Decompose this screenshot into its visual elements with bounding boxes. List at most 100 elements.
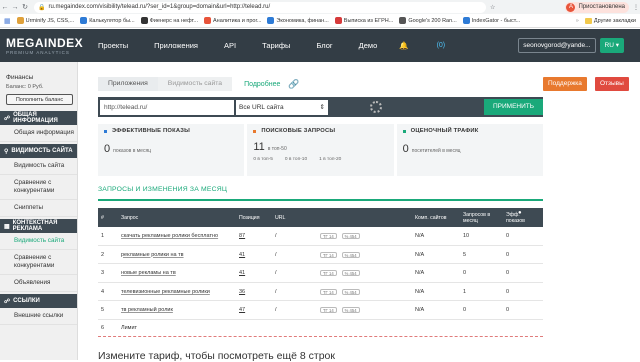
tab-visibility[interactable]: Видимость сайта — [157, 77, 233, 91]
row-competitors: N/A — [415, 288, 425, 295]
nav-projects[interactable]: Проекты — [98, 41, 128, 50]
sidebar-item-competitors[interactable]: Сравнение с конкурентами — [0, 175, 77, 200]
apply-button[interactable]: ПРИМЕНИТЬ — [483, 99, 543, 115]
row-url[interactable]: / — [275, 283, 277, 301]
loading-spinner-icon — [370, 101, 382, 113]
row-pill[interactable]: ТГ 14 — [320, 307, 337, 314]
reload-icon[interactable]: ↻ — [20, 3, 30, 11]
info-icon[interactable]: ● — [518, 203, 522, 222]
user-menu[interactable]: seonovgorod@yande... — [518, 38, 596, 53]
sidebar-item-external-links[interactable]: Внешние ссылки — [0, 308, 77, 325]
url-field[interactable]: 🔒 ru.megaindex.com/visibility/telead.ru/… — [34, 1, 486, 13]
bookmark-item[interactable]: Urminify JS, CSS,... — [16, 17, 74, 24]
bookmark-item[interactable]: Экономика, финан... — [267, 17, 329, 24]
row-pill[interactable]: % 454 — [341, 233, 360, 239]
apps-icon[interactable]: ▦ — [4, 17, 11, 25]
url-scope-select[interactable]: Все URL сайта ⇕ — [236, 99, 328, 115]
more-link[interactable]: Подробнее — [244, 81, 280, 88]
row-pill[interactable]: % 454 — [341, 270, 360, 277]
row-efficiency: 0 — [506, 288, 510, 295]
row-position[interactable]: 41 — [239, 264, 245, 282]
sidebar-item-ads-competitors[interactable]: Сравнение с конкурентами — [0, 250, 77, 275]
nav-tariffs[interactable]: Тарифы — [262, 41, 290, 50]
row-pill[interactable]: % 454 — [341, 307, 360, 314]
row-query[interactable]: телевизионные рекламные ролики — [121, 283, 210, 301]
row-url[interactable]: / — [275, 246, 277, 264]
tab-apps[interactable]: Приложения — [98, 77, 158, 91]
sidebar-item-general[interactable]: Общая информация — [0, 125, 77, 142]
card-unit: посетителей в месяц — [411, 148, 461, 154]
section-links[interactable]: ☍ ССЫЛКИ — [0, 294, 77, 308]
nav-apps[interactable]: Приложения — [154, 41, 198, 50]
card-estimated-traffic: ОЦЕНОЧНЫЙ ТРАФИК 0 посетителей в месяц — [396, 124, 543, 176]
bookmark-star-icon[interactable]: ☆ — [490, 4, 495, 11]
bookmark-item[interactable]: Выписка из ЕГРН... — [334, 17, 393, 24]
row-pill[interactable]: ТГ 14 — [320, 233, 337, 239]
col-num[interactable]: # — [101, 208, 104, 227]
bell-icon[interactable]: 🔔 — [399, 41, 408, 50]
row-url[interactable]: / — [275, 227, 277, 245]
bookmark-item[interactable]: Калькулятор бы... — [80, 17, 135, 24]
sidebar-item-visibility[interactable]: Видимость сайта — [0, 158, 77, 175]
col-competitors[interactable]: Комп. сайтов — [415, 208, 447, 227]
row-pill[interactable]: ТГ 14 — [320, 270, 337, 277]
back-icon[interactable]: ← — [0, 4, 10, 11]
col-requests[interactable]: Запросов в месяц — [463, 208, 499, 227]
balance-text: Баланс: 0 Руб. — [6, 84, 44, 90]
row-pill[interactable]: % 454 — [341, 288, 360, 295]
logo[interactable]: MEGAINDEX PREMIUM ANALYTICS — [0, 37, 90, 55]
sidebar-item-snippets[interactable]: Сниппеты — [0, 200, 77, 217]
row-competitors: N/A — [415, 270, 425, 277]
bookmark-item[interactable]: Фиенерс на нефт... — [140, 17, 198, 24]
row-query[interactable]: рекламные ролики на тв — [121, 246, 184, 264]
card-sub-top20: 1 в топ-20 — [319, 157, 342, 162]
section-context-ads[interactable]: ▦ КОНТЕКСТНАЯ РЕКЛАМА — [0, 219, 77, 233]
queries-table: # Запрос Позиция URL Комп. сайтов Запрос… — [98, 208, 543, 337]
row-query[interactable]: скачать рекламные ролики бесплатно — [121, 227, 218, 245]
row-pill[interactable]: ТГ 14 — [320, 251, 337, 258]
row-position[interactable]: 41 — [239, 246, 245, 264]
row-pill[interactable]: % 454 — [341, 251, 360, 258]
row-query[interactable]: тв рекламный ролик — [121, 301, 173, 319]
row-position[interactable]: 36 — [239, 283, 245, 301]
row-position[interactable]: 47 — [239, 301, 245, 319]
url-input[interactable]: http://telead.ru/ — [100, 99, 234, 115]
col-url[interactable]: URL — [275, 208, 285, 227]
row-url[interactable]: / — [275, 264, 277, 282]
forward-icon[interactable]: → — [10, 4, 20, 11]
col-query[interactable]: Запрос — [121, 208, 138, 227]
section-general[interactable]: ☍ ОБЩАЯ ИНФОРМАЦИЯ — [0, 111, 77, 125]
table-header: # Запрос Позиция URL Комп. сайтов Запрос… — [98, 208, 543, 227]
sidebar-item-ads[interactable]: Объявления — [0, 275, 77, 292]
table-row: 1 скачать рекламные ролики бесплатно 87 … — [98, 227, 543, 246]
notifications-count[interactable]: (0) — [437, 42, 446, 49]
row-position[interactable]: 87 — [239, 227, 245, 245]
other-bookmarks[interactable]: Другие закладки — [594, 18, 636, 24]
support-button[interactable]: Поддержка — [543, 77, 587, 91]
overflow-chevron-icon[interactable]: » — [576, 18, 579, 24]
col-position[interactable]: Позиция — [239, 208, 260, 227]
row-requests: 0 — [463, 270, 467, 277]
row-pill[interactable]: ТГ 14 — [320, 288, 337, 295]
chain-link-icon[interactable]: 🔗 — [288, 79, 299, 90]
bookmark-item[interactable]: Google's 200 Ran... — [399, 17, 457, 24]
bookmark-item[interactable]: IndexGator - быст... — [462, 17, 520, 24]
browser-menu-icon[interactable]: ⋮ — [632, 4, 640, 11]
sidebar-item-ads-visibility[interactable]: Видимость сайта — [0, 233, 77, 250]
logo-subtitle: PREMIUM ANALYTICS — [6, 49, 70, 55]
nav-blog[interactable]: Блог — [316, 41, 332, 50]
nav-demo[interactable]: Демо — [359, 41, 378, 50]
nav-api[interactable]: API — [224, 41, 236, 50]
reviews-button[interactable]: Отзывы — [595, 77, 629, 91]
row-requests: 0 — [463, 307, 467, 314]
topup-button[interactable]: Пополнить баланс — [6, 94, 73, 105]
row-url[interactable]: / — [275, 301, 277, 319]
row-query[interactable]: новые рекламы на тв — [121, 264, 176, 282]
profile-button[interactable]: A Приостановлена — [565, 1, 629, 13]
table-row: 5 тв рекламный ролик 47 / ТГ 14 % 454 N/A… — [98, 301, 543, 320]
bookmark-item[interactable]: Аналитика и прог... — [204, 17, 261, 24]
language-select[interactable]: RU ▾ — [599, 38, 624, 53]
section-visibility[interactable]: ⚲ ВИДИМОСТЬ САЙТА — [0, 144, 77, 158]
link-icon: ☍ — [4, 298, 11, 305]
folder-icon — [584, 17, 592, 24]
